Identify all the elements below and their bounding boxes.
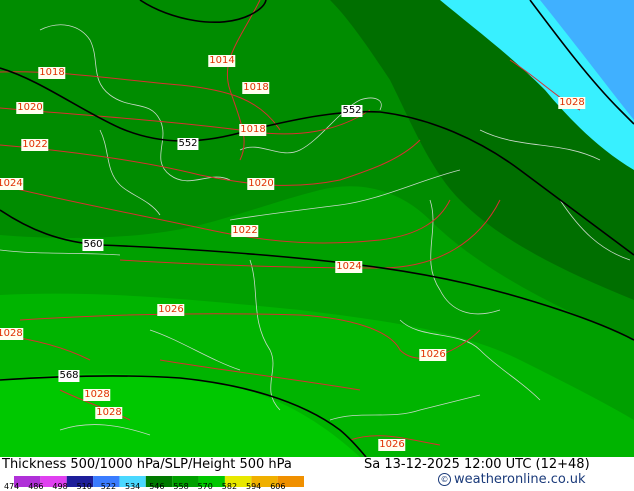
isobar-label: 1028 — [95, 407, 123, 419]
isobar-label: 1028 — [558, 97, 586, 109]
height-contour-label: 552 — [177, 138, 199, 150]
height-contour-label: 560 — [82, 239, 104, 251]
isobar-label: 1026 — [378, 439, 406, 451]
height-contour-label: 552 — [341, 105, 363, 117]
isobar-label: 1018 — [239, 124, 267, 136]
valid-time: Sa 13-12-2025 12:00 UTC (12+48) — [364, 457, 590, 472]
info-bar: Thickness 500/1000 hPa/SLP/Height 500 hP… — [0, 457, 634, 491]
height-contour-label: 568 — [58, 370, 80, 382]
map-title: Thickness 500/1000 hPa/SLP/Height 500 hP… — [2, 457, 292, 472]
credit[interactable]: © weatheronline.co.uk — [438, 472, 586, 487]
isobar-label: 1018 — [38, 67, 66, 79]
copyright-icon: © — [438, 473, 451, 486]
isobar-label: 1024 — [0, 178, 24, 190]
isobar-label: 1026 — [157, 304, 185, 316]
isobar-label: 1020 — [247, 178, 275, 190]
credit-text: weatheronline.co.uk — [454, 472, 586, 487]
isobar-label: 1026 — [419, 349, 447, 361]
isobar-label: 1022 — [21, 139, 49, 151]
isobar-label: 1014 — [208, 55, 236, 67]
isobar-label: 1024 — [335, 261, 363, 273]
isobar-label: 1028 — [0, 328, 24, 340]
isobar-label: 1018 — [242, 82, 270, 94]
isobar-label: 1022 — [231, 225, 259, 237]
map-figure: 1014 1018 1018 1018 1020 1022 1020 1022 1024 1026… — [0, 0, 634, 491]
isobar-label: 1028 — [83, 389, 111, 401]
isobar-label: 1020 — [16, 102, 44, 114]
